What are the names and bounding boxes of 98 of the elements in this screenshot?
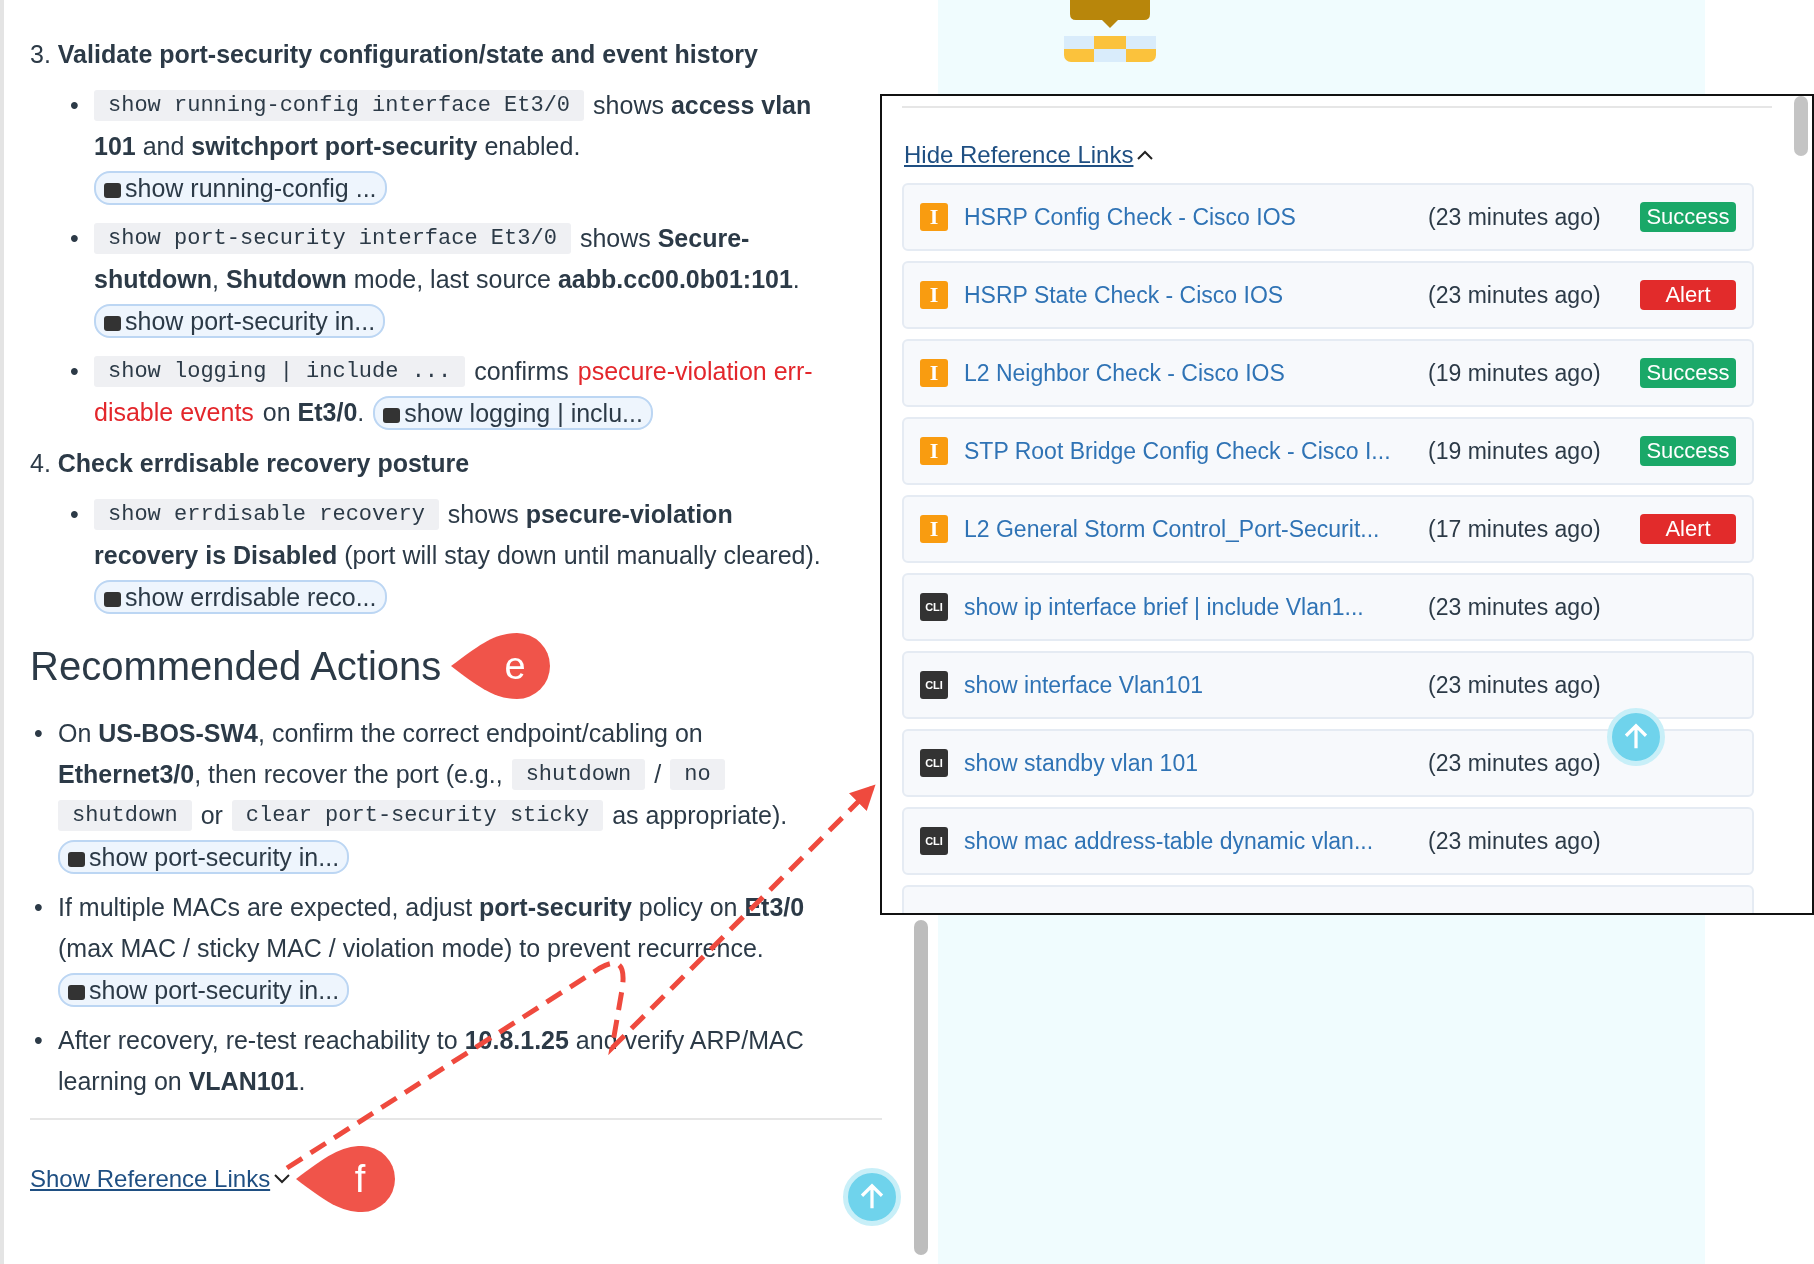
bullet-marker: • xyxy=(70,499,80,530)
status-badge: Alert xyxy=(1640,280,1736,310)
bullet-text: shows Secure- xyxy=(579,224,750,253)
command-chip[interactable]: show running-config ... xyxy=(94,170,387,205)
terminal-icon xyxy=(104,315,121,331)
cli-badge: CLI xyxy=(920,749,948,777)
status-badge: Success xyxy=(1640,358,1736,388)
reference-link[interactable]: show standby vlan 101 xyxy=(964,749,1420,777)
bullet-text: shutdown, Shutdown mode, last source aabb.cc00.0b01:101. xyxy=(94,265,800,294)
bullet-text: (max MAC / sticky MAC / violation mode) to prevent recurrence. xyxy=(58,934,764,963)
terminal-icon xyxy=(68,851,85,867)
highlighted-text: psecure-violation err- xyxy=(577,357,813,386)
bullet-text: recovery is Disabled (port will stay down until manually cleared). xyxy=(94,541,821,570)
step-heading: 3. Validate port-security configuration/state and event history xyxy=(30,40,759,69)
callout-marker: e xyxy=(451,633,552,699)
terminal-icon xyxy=(104,591,121,607)
command-chip[interactable]: show logging | inclu... xyxy=(373,395,653,430)
check-badge: I xyxy=(920,281,948,309)
terminal-icon xyxy=(104,182,121,198)
highlighted-text: disable events xyxy=(94,398,254,427)
command-chip[interactable]: show port-security in... xyxy=(58,972,350,1007)
caret-up-icon xyxy=(1137,150,1154,160)
bullet-text: / xyxy=(654,760,662,789)
inline-code: no xyxy=(670,759,725,790)
reference-link-row[interactable]: CLI show mac address-table dynamic vlan... (23 minutes ago) xyxy=(902,807,1754,875)
timestamp: (23 minutes ago) xyxy=(1428,671,1601,699)
bullet-text: as appropriate). xyxy=(612,801,788,830)
inline-code: show logging | include ... xyxy=(94,356,466,387)
bullet-marker: • xyxy=(34,892,44,923)
bullet-text: If multiple MACs are expected, adjust port-security policy on Et3/0 xyxy=(58,893,805,922)
caret-down-icon xyxy=(274,1174,291,1184)
timestamp: (17 minutes ago) xyxy=(1428,515,1601,543)
scroll-to-top-button[interactable] xyxy=(843,1168,901,1226)
reference-link-row[interactable] xyxy=(902,885,1754,913)
bullet-text: 101 and switchport port-security enabled. xyxy=(94,132,581,161)
scrollbar[interactable] xyxy=(914,920,928,1255)
cli-badge: CLI xyxy=(920,593,948,621)
step-heading: 4. Check errdisable recovery posture xyxy=(30,449,471,478)
check-badge: I xyxy=(920,203,948,231)
reference-link[interactable]: L2 Neighbor Check - Cisco IOS xyxy=(964,359,1420,387)
timestamp: (23 minutes ago) xyxy=(1428,593,1601,621)
reference-link-row[interactable]: I L2 Neighbor Check - Cisco IOS (19 minutes ago) Success xyxy=(902,339,1754,407)
inline-code: show running-config interface Et3/0 xyxy=(94,90,585,121)
command-chip[interactable]: show port-security in... xyxy=(94,303,386,338)
timestamp: (23 minutes ago) xyxy=(1428,827,1601,855)
reference-link-row[interactable]: CLI show interface Vlan101 (23 minutes ago) xyxy=(902,651,1754,719)
show-links-toggle[interactable]: Show Reference Links xyxy=(30,1165,271,1193)
bullet-marker: • xyxy=(34,718,44,749)
reference-link[interactable]: show ip interface brief | include Vlan1... xyxy=(964,593,1420,621)
bullet-text: shows access vlan xyxy=(593,91,812,120)
bullet-marker: • xyxy=(34,1025,44,1056)
bullet-marker: • xyxy=(70,90,80,121)
bullet-text: Ethernet3/0, then recover the port (e.g., xyxy=(58,760,503,789)
check-badge: I xyxy=(920,515,948,543)
reference-link[interactable]: HSRP State Check - Cisco IOS xyxy=(964,281,1420,309)
scrollbar[interactable] xyxy=(1794,96,1808,156)
reference-link[interactable]: show mac address-table dynamic vlan... xyxy=(964,827,1420,855)
cli-badge: CLI xyxy=(920,671,948,699)
timestamp: (23 minutes ago) xyxy=(1428,749,1601,777)
reference-link-row[interactable]: I STP Root Bridge Config Check - Cisco I... (19 minutes ago) Success xyxy=(902,417,1754,485)
timestamp: (23 minutes ago) xyxy=(1428,203,1601,231)
reference-link-row[interactable]: CLI show standby vlan 101 (23 minutes ago) xyxy=(902,729,1754,797)
reference-link-row[interactable]: I HSRP Config Check - Cisco IOS (23 minutes ago) Success xyxy=(902,183,1754,251)
inline-code: shutdown xyxy=(511,759,646,790)
reference-link[interactable]: show interface Vlan101 xyxy=(964,671,1420,699)
command-chip[interactable]: show errdisable reco... xyxy=(94,579,387,614)
bullet-text: on Et3/0. xyxy=(262,398,365,427)
status-badge: Alert xyxy=(1640,514,1736,544)
check-badge: I xyxy=(920,359,948,387)
check-badge: I xyxy=(920,437,948,465)
reference-link-row[interactable]: I HSRP State Check - Cisco IOS (23 minutes ago) Alert xyxy=(902,261,1754,329)
inline-code: clear port-security sticky xyxy=(231,800,604,831)
bullet-text: shows psecure-violation xyxy=(447,500,733,529)
bullet-text: or xyxy=(200,801,223,830)
bullet-text: confirms xyxy=(474,357,569,386)
bullet-marker: • xyxy=(70,356,80,387)
inline-code: shutdown xyxy=(58,800,192,831)
cli-badge: CLI xyxy=(920,827,948,855)
reference-link[interactable]: HSRP Config Check - Cisco IOS xyxy=(964,203,1420,231)
reference-link[interactable]: STP Root Bridge Config Check - Cisco I... xyxy=(964,437,1420,465)
hide-links-toggle[interactable]: Hide Reference Links xyxy=(904,141,1134,169)
reference-link[interactable]: L2 General Storm Control_Port-Securit... xyxy=(964,515,1420,543)
inline-code: show port-security interface Et3/0 xyxy=(94,223,571,254)
timestamp: (19 minutes ago) xyxy=(1428,437,1601,465)
section-heading: Recommended Actions xyxy=(30,643,442,689)
reference-link-row[interactable]: CLI show ip interface brief | include Vlan1... (23 minutes ago) xyxy=(902,573,1754,641)
bullet-text: On US-BOS-SW4, confirm the correct endpoint/cabling on xyxy=(58,719,703,748)
terminal-icon xyxy=(68,984,85,1000)
status-badge: Success xyxy=(1640,436,1736,466)
bullet-text: learning on VLAN101. xyxy=(58,1067,306,1096)
timestamp: (23 minutes ago) xyxy=(1428,281,1601,309)
bullet-marker: • xyxy=(70,223,80,254)
inline-code: show errdisable recovery xyxy=(94,499,439,530)
command-chip[interactable]: show port-security in... xyxy=(58,839,350,874)
timestamp: (19 minutes ago) xyxy=(1428,359,1601,387)
terminal-icon xyxy=(383,407,401,423)
reference-link-row[interactable]: I L2 General Storm Control_Port-Securit... (17 minutes ago) Alert xyxy=(902,495,1754,563)
status-badge: Success xyxy=(1640,202,1736,232)
